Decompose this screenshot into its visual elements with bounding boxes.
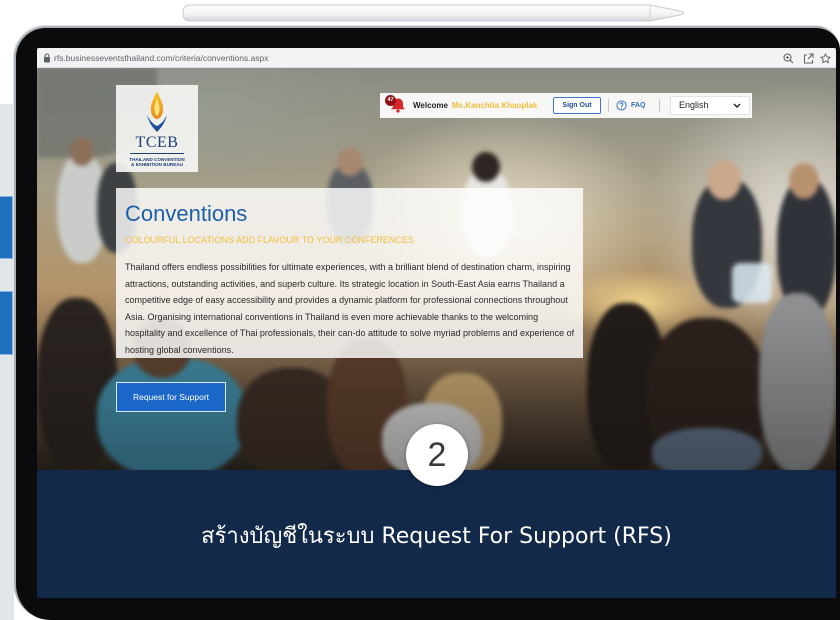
page-title: Conventions: [125, 201, 248, 226]
chevron-down-icon: [733, 103, 741, 108]
tutorial-step-panel: สร้างบัญชีในระบบ Request For Support (RF…: [37, 470, 836, 598]
tablet-screen: rfs.businesseventsthailand.com/criteria/…: [37, 48, 836, 598]
webpage-hero: TCEB THAILAND CONVENTION & EXHIBITION BU…: [37, 68, 836, 470]
language-select-value: English: [679, 100, 709, 110]
share-icon[interactable]: [803, 53, 814, 64]
header-separator: [659, 99, 660, 112]
page-subtitle: COLOURFUL LOCATIONS ADD FLAVOUR TO YOUR …: [125, 235, 414, 245]
header-separator: [608, 99, 609, 112]
zoom-icon[interactable]: [783, 53, 794, 64]
page-canvas: rfs.businesseventsthailand.com/criteria/…: [0, 0, 840, 620]
stylus-pencil: [182, 4, 685, 22]
star-icon[interactable]: [820, 53, 831, 64]
notification-button[interactable]: 47: [385, 95, 407, 114]
browser-address-bar: rfs.businesseventsthailand.com/criteria/…: [37, 48, 836, 68]
step-number-badge: 2: [406, 424, 468, 486]
conventions-intro-panel: Conventions COLOURFUL LOCATIONS ADD FLAV…: [116, 188, 583, 358]
logo-tagline-line2: & EXHIBITION BUREAU: [131, 162, 183, 167]
user-name: Ms.Kanchita Khaoplak: [452, 101, 538, 110]
welcome-label: Welcome: [413, 101, 448, 110]
faq-link[interactable]: FAQ: [616, 93, 652, 118]
request-for-support-button[interactable]: Request for Support: [116, 382, 226, 412]
notification-badge: 47: [385, 95, 396, 106]
logo-acronym: TCEB: [135, 134, 179, 151]
question-circle-icon: [616, 100, 627, 111]
background-blue-block: [0, 196, 13, 259]
background-side-strip: [0, 104, 14, 620]
step-caption: สร้างบัญชีในระบบ Request For Support (RF…: [201, 524, 672, 549]
lock-icon: [44, 53, 50, 63]
intro-paragraph: Thailand offers endless possibilities fo…: [125, 262, 575, 355]
tceb-flame-logo-icon: [147, 91, 167, 132]
sign-out-button[interactable]: Sign Out: [553, 97, 601, 114]
user-header-bar: 47 Welcome Ms.Kanchita Khaoplak Sign Out…: [380, 93, 752, 118]
url-field[interactable]: rfs.businesseventsthailand.com/criteria/…: [54, 48, 269, 68]
tceb-logo[interactable]: TCEB THAILAND CONVENTION & EXHIBITION BU…: [116, 85, 198, 172]
language-select[interactable]: English: [670, 96, 750, 115]
logo-divider: [130, 153, 184, 154]
faq-label: FAQ: [631, 102, 646, 109]
background-blue-block: [0, 291, 13, 355]
